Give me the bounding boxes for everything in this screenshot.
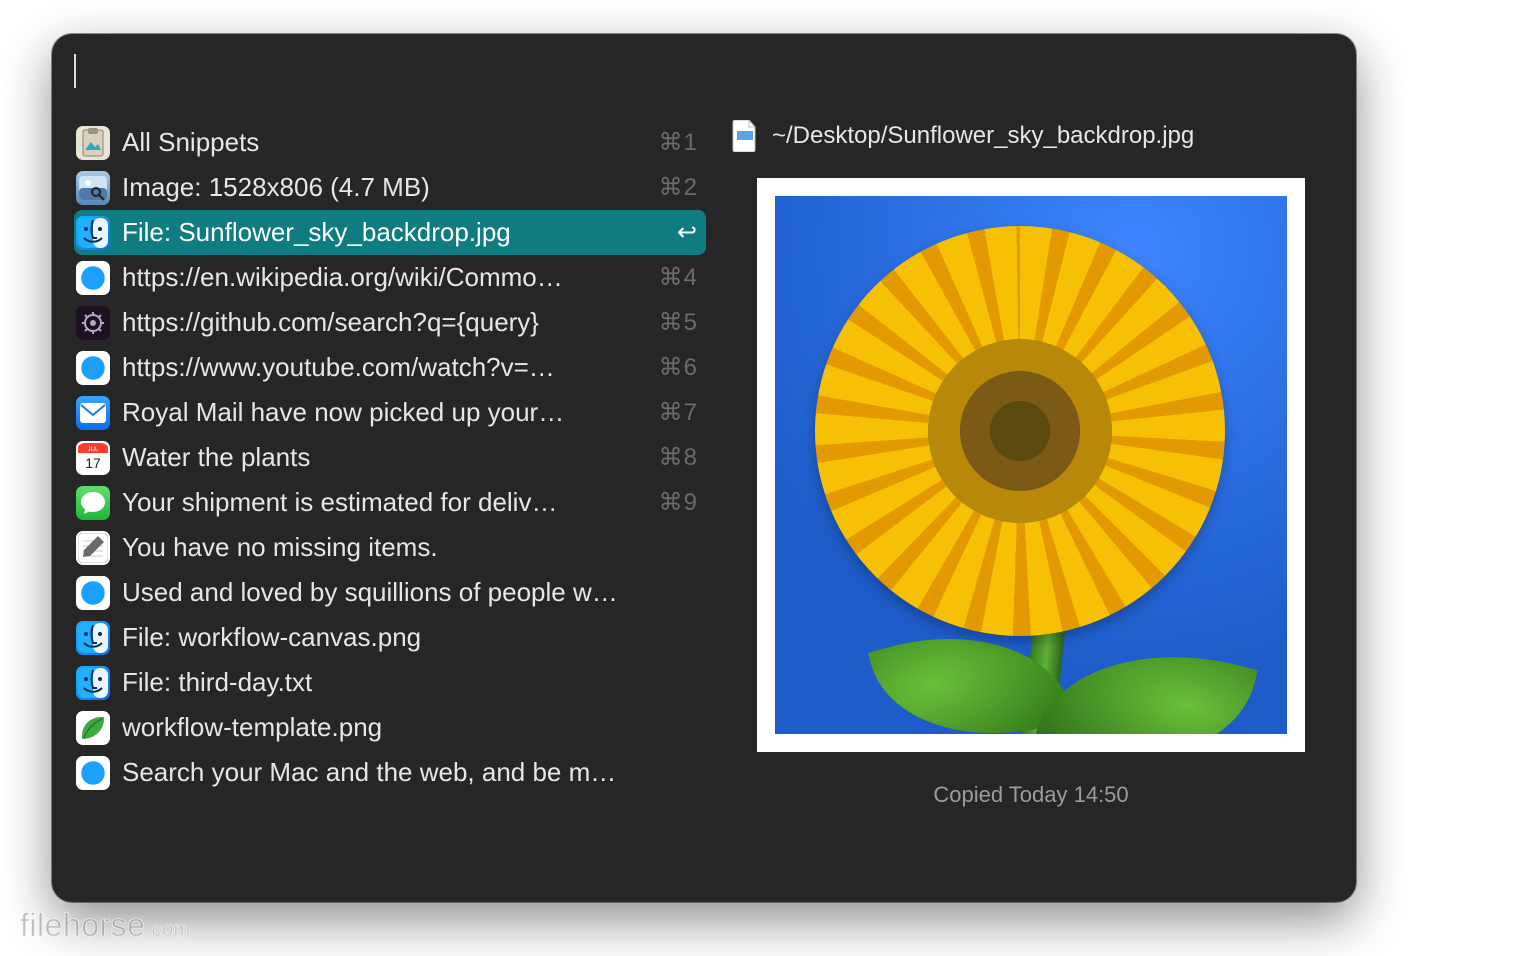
preview-frame (757, 178, 1305, 752)
calendar-icon: JUL 17 (76, 441, 110, 475)
result-row[interactable]: JUL 17 Water the plants ⌘8 (74, 435, 706, 480)
result-row[interactable]: https://www.youtube.com/watch?v=… ⌘6 (74, 345, 706, 390)
result-label: File: third-day.txt (122, 667, 698, 698)
result-row[interactable]: File: workflow-canvas.png (74, 615, 706, 660)
mail-icon (76, 396, 110, 430)
finder-icon (76, 216, 110, 250)
preview-path: ~/Desktop/Sunflower_sky_backdrop.jpg (772, 122, 1194, 150)
result-row[interactable]: workflow-template.png (74, 705, 706, 750)
watermark: filehorse.com (20, 907, 191, 944)
leaf-icon (76, 711, 110, 745)
result-label: workflow-template.png (122, 712, 698, 743)
shortcut-label: ⌘5 (659, 308, 698, 337)
text-icon (76, 531, 110, 565)
result-label: File: workflow-canvas.png (122, 622, 698, 653)
finder-icon (76, 621, 110, 655)
shortcut-label: ⌘8 (659, 443, 698, 472)
shortcut-label: ⌘9 (659, 488, 698, 517)
result-row[interactable]: https://en.wikipedia.org/wiki/Commo… ⌘4 (74, 255, 706, 300)
result-row[interactable]: Image: 1528x806 (4.7 MB) ⌘2 (74, 165, 706, 210)
result-label: All Snippets (122, 127, 647, 158)
shortcut-label: ⌘6 (659, 353, 698, 382)
result-label: Search your Mac and the web, and be m… (122, 757, 698, 788)
safari-icon (76, 576, 110, 610)
result-label: Image: 1528x806 (4.7 MB) (122, 172, 647, 203)
body: All Snippets ⌘1 Image: 1528x806 (4.7 MB) ⌘2… (52, 94, 1356, 892)
result-label: Used and loved by squillions of people w… (122, 577, 698, 608)
svg-text:JUL: JUL (88, 447, 99, 453)
preview-path-row: ~/Desktop/Sunflower_sky_backdrop.jpg (728, 120, 1334, 152)
shortcut-label: ⌘7 (659, 398, 698, 427)
result-label: You have no missing items. (122, 532, 698, 563)
svg-text:17: 17 (85, 455, 101, 471)
result-row[interactable]: https://github.com/search?q={query} ⌘5 (74, 300, 706, 345)
preview-image-sunflower (775, 196, 1287, 734)
search-row (52, 34, 1356, 94)
result-label: https://en.wikipedia.org/wiki/Commo… (122, 262, 647, 293)
result-row[interactable]: File: third-day.txt (74, 660, 706, 705)
result-row[interactable]: Used and loved by squillions of people w… (74, 570, 706, 615)
shortcut-label: ⌘1 (659, 128, 698, 157)
result-label: Your shipment is estimated for deliv… (122, 487, 647, 518)
results-list: All Snippets ⌘1 Image: 1528x806 (4.7 MB) ⌘2… (74, 120, 706, 888)
clipboard-icon (76, 126, 110, 160)
result-label: File: Sunflower_sky_backdrop.jpg (122, 217, 665, 248)
result-row[interactable]: Royal Mail have now picked up your… ⌘7 (74, 390, 706, 435)
result-row[interactable]: File: Sunflower_sky_backdrop.jpg ↩ (74, 210, 706, 255)
preview-icon (76, 171, 110, 205)
result-label: https://www.youtube.com/watch?v=… (122, 352, 647, 383)
result-row[interactable]: Your shipment is estimated for deliv… ⌘9 (74, 480, 706, 525)
safari-icon (76, 261, 110, 295)
result-row[interactable]: All Snippets ⌘1 (74, 120, 706, 165)
clipboard-panel: All Snippets ⌘1 Image: 1528x806 (4.7 MB) ⌘2… (52, 34, 1356, 902)
cog-icon (76, 306, 110, 340)
search-input[interactable] (76, 55, 1334, 87)
finder-icon (76, 666, 110, 700)
messages-icon (76, 486, 110, 520)
result-label: https://github.com/search?q={query} (122, 307, 647, 338)
safari-icon (76, 351, 110, 385)
result-label: Water the plants (122, 442, 647, 473)
shortcut-label: ⌘4 (659, 263, 698, 292)
result-label: Royal Mail have now picked up your… (122, 397, 647, 428)
safari-icon (76, 756, 110, 790)
result-row[interactable]: Search your Mac and the web, and be m… (74, 750, 706, 795)
return-icon: ↩ (677, 218, 698, 247)
shortcut-label: ⌘2 (659, 173, 698, 202)
preview-status: Copied Today 14:50 (933, 782, 1128, 808)
preview-pane: ~/Desktop/Sunflower_sky_backdrop.jpg Cop… (706, 120, 1334, 888)
file-icon (732, 120, 758, 152)
result-row[interactable]: You have no missing items. (74, 525, 706, 570)
